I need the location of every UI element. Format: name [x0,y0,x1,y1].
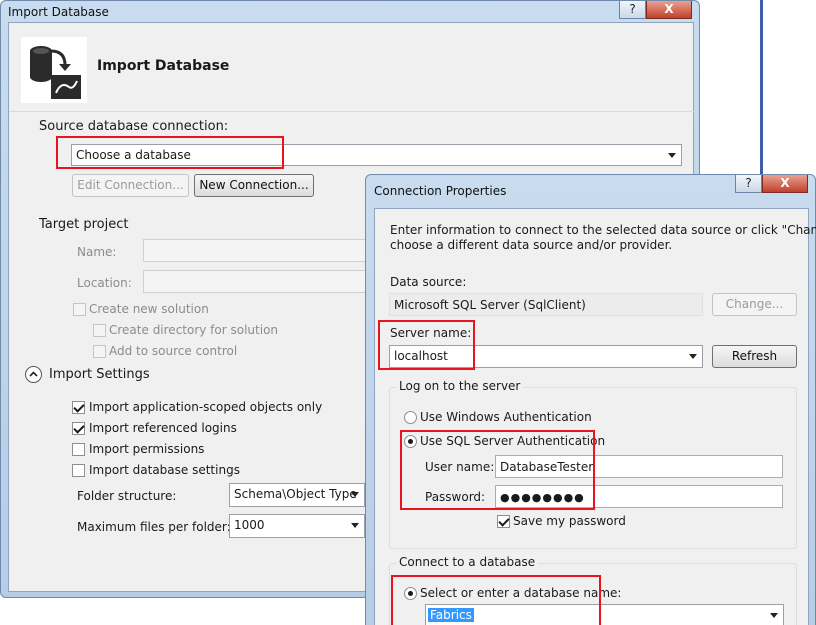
option-checkbox-0[interactable] [72,401,85,414]
save-password-checkbox[interactable] [497,515,510,528]
refresh-button[interactable]: Refresh [712,345,797,368]
header-separator [9,111,695,112]
add-source-control-checkbox[interactable] [93,345,106,358]
option-checkbox-3[interactable] [72,464,85,477]
database-import-icon [21,37,87,103]
connect-group-title: Connect to a database [396,555,539,569]
option-checkbox-1[interactable] [72,422,85,435]
folder-structure-combo[interactable]: Schema\Object Type [229,483,365,507]
chevron-down-icon [668,153,676,158]
create-new-solution-checkbox[interactable] [73,303,86,316]
intro-text-line1: Enter information to connect to the sele… [390,223,816,237]
folder-structure-label: Folder structure: [77,489,177,503]
chevron-down-icon [351,492,359,497]
edit-connection-button[interactable]: Edit Connection... [72,174,189,197]
data-source-label: Data source: [390,275,467,289]
background-divider [760,0,763,180]
option-checkbox-2[interactable] [72,443,85,456]
close-button[interactable]: X [762,175,808,193]
connection-client-area: Enter information to connect to the sele… [374,208,816,625]
name-label: Name: [77,245,117,259]
server-name-highlight [378,320,475,370]
logon-group-title: Log on to the server [396,379,524,393]
save-password-label: Save my password [513,514,626,528]
collapse-chevron-icon[interactable] [25,366,42,383]
add-source-control-label: Add to source control [109,344,238,358]
connection-window-title: Connection Properties [374,184,507,198]
data-source-field: Microsoft SQL Server (SqlClient) [389,293,703,316]
option-label-3: Import database settings [89,463,240,477]
max-files-value: 1000 [234,518,265,532]
chevron-down-icon [689,354,697,359]
window-title: Import Database [8,5,109,19]
close-button[interactable]: X [646,1,692,19]
intro-text-line2: choose a different data source and/or pr… [390,238,673,252]
chevron-down-icon [770,613,778,618]
source-highlight [56,136,284,169]
windows-auth-radio[interactable] [404,411,417,424]
sql-auth-highlight [400,430,595,510]
source-connection-label: Source database connection: [39,119,229,134]
header-title: Import Database [97,58,230,74]
option-label-1: Import referenced logins [89,421,237,435]
help-button[interactable]: ? [619,1,646,19]
max-files-label: Maximum files per folder: [77,520,231,534]
import-settings-label: Import Settings [49,367,150,382]
data-source-value: Microsoft SQL Server (SqlClient) [394,298,586,312]
connection-properties-window: Connection Properties ? X Enter informat… [365,174,816,625]
help-button[interactable]: ? [735,175,762,193]
chevron-down-icon [351,523,359,528]
database-highlight [391,575,601,625]
option-label-2: Import permissions [89,442,205,456]
change-button[interactable]: Change... [712,293,797,316]
project-name-field[interactable] [143,239,373,262]
project-location-field[interactable] [143,270,373,293]
target-project-label: Target project [39,217,129,232]
max-files-combo[interactable]: 1000 [229,514,365,538]
create-directory-checkbox[interactable] [93,324,106,337]
create-directory-label: Create directory for solution [109,323,279,337]
create-new-solution-label: Create new solution [89,302,209,316]
location-label: Location: [77,276,132,290]
windows-auth-label: Use Windows Authentication [420,410,592,424]
new-connection-button[interactable]: New Connection... [194,174,314,197]
option-label-0: Import application-scoped objects only [89,400,323,414]
folder-structure-value: Schema\Object Type [234,487,357,501]
